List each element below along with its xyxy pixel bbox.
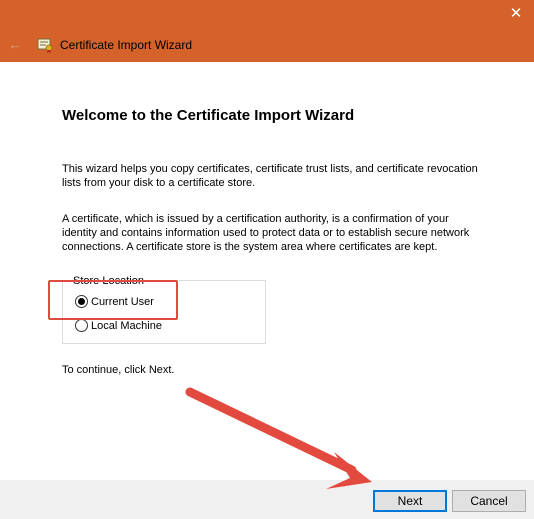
continue-instruction: To continue, click Next. <box>62 364 175 376</box>
title-bar: ✕ ← Certificate Import Wizard <box>0 0 534 62</box>
current-user-highlight-box <box>48 280 178 320</box>
back-arrow-icon[interactable]: ← <box>6 36 24 54</box>
local-machine-label[interactable]: Local Machine <box>91 320 162 332</box>
certificate-icon <box>36 36 54 54</box>
description-paragraph: A certificate, which is issued by a cert… <box>62 213 470 253</box>
close-button[interactable]: ✕ <box>502 2 530 26</box>
certificate-import-wizard-window: ✕ ← Certificate Import Wizard Welcome to… <box>0 0 534 519</box>
wizard-content: Welcome to the Certificate Import Wizard… <box>0 62 534 480</box>
local-machine-option[interactable]: Local Machine <box>75 319 162 332</box>
window-title: Certificate Import Wizard <box>60 38 193 52</box>
cancel-button[interactable]: Cancel <box>452 490 526 512</box>
local-machine-radio[interactable] <box>75 319 88 332</box>
intro-paragraph: This wizard helps you copy certificates,… <box>62 163 478 189</box>
wizard-footer: Next Cancel <box>0 480 534 519</box>
page-heading: Welcome to the Certificate Import Wizard <box>62 107 355 124</box>
next-button[interactable]: Next <box>373 490 447 512</box>
